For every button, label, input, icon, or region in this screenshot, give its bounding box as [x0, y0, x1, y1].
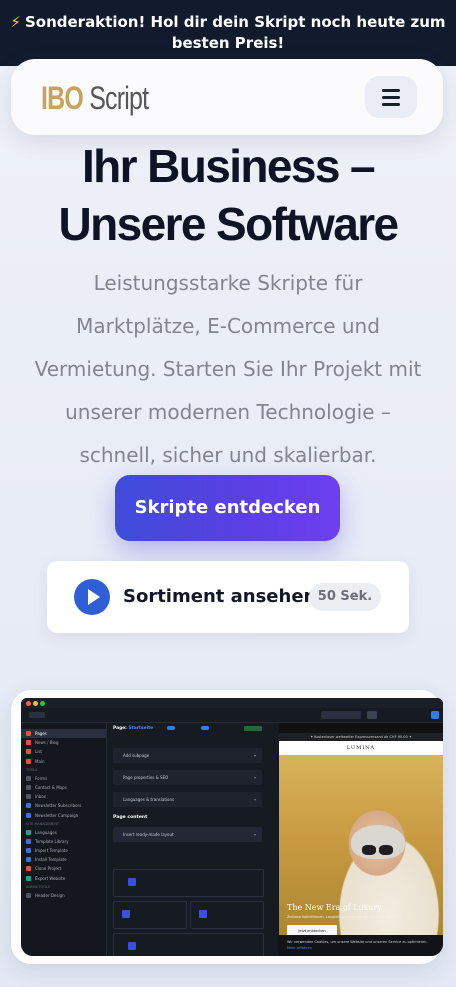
sidebar-item-icon	[26, 838, 31, 844]
sidebar-item-icon	[26, 731, 31, 736]
hero-subtitle: Leistungsstarke Skripte für Marktplätze,…	[34, 271, 422, 467]
app-toolbar	[21, 708, 443, 723]
sidebar-item[interactable]: News / Blog	[21, 738, 106, 747]
languages-accordion[interactable]: Languages & translations	[113, 792, 262, 807]
page-content-heading: Page content	[113, 815, 148, 820]
sidebar-item[interactable]: Export Website	[21, 874, 106, 883]
page-seo-accordion[interactable]: Page properties & SEO	[113, 770, 262, 785]
sidebar-item-icon	[26, 758, 31, 764]
site-logo: LUMINA	[279, 741, 443, 755]
cookie-notice: Wir verwenden Cookies, um unsere Website…	[279, 935, 443, 956]
sidebar-section-header: TOOLS	[26, 767, 38, 772]
sidebar-section-header: SITE MANAGEMENT	[26, 821, 59, 826]
app-preview-card: Pages News / Blog List Main TOOLS Forms Contac…	[11, 690, 443, 964]
sidebar-item[interactable]: Pages	[21, 729, 106, 739]
sidebar-item[interactable]: Newsletter Campaign	[21, 811, 106, 820]
page-editor-panel: Page: Startseite Add subpage Page proper…	[107, 723, 278, 956]
hero-title-line-2: Unsere Software	[58, 198, 399, 250]
sidebar-item-icon	[26, 892, 31, 898]
site-heading: The New Era of Luxury.	[287, 903, 384, 912]
sidebar-item-icon	[26, 857, 31, 863]
sidebar-item-icon	[26, 740, 31, 746]
content-block-row[interactable]	[190, 901, 264, 929]
hero-title-line-1: Ihr Business –	[81, 140, 376, 192]
sidebar-item-icon	[26, 775, 31, 781]
app-preview-screenshot: Pages News / Blog List Main TOOLS Forms Contac…	[21, 698, 443, 956]
sidebar-item[interactable]: Inbox	[21, 792, 106, 801]
play-icon	[74, 579, 110, 615]
duration-badge: 50 Sek.	[309, 583, 381, 611]
add-subpage-accordion[interactable]: Add subpage	[113, 748, 262, 763]
sidebar-item[interactable]: Import Template	[21, 846, 106, 855]
content-block-row[interactable]	[113, 933, 264, 956]
hamburger-menu-button[interactable]	[365, 76, 417, 118]
content-block-row[interactable]	[113, 869, 264, 897]
sidebar-item-icon	[26, 866, 31, 872]
sidebar-item-icon	[26, 794, 31, 800]
video-label: Sortiment ansehen	[123, 586, 317, 607]
sidebar-item[interactable]: List	[21, 747, 106, 756]
sidebar-item-icon	[26, 784, 31, 790]
shipping-banner: ✦ Kostenloser weltweiter Expressversand …	[279, 733, 443, 741]
insert-layout-dropdown[interactable]: Insert ready-made layout	[113, 827, 262, 842]
app-sidebar: Pages News / Blog List Main TOOLS Forms Contac…	[21, 723, 107, 956]
sidebar-item[interactable]: Forms	[21, 774, 106, 783]
browser-titlebar	[21, 698, 443, 708]
sidebar-item-icon	[26, 812, 31, 818]
sidebar-item-icon	[26, 829, 31, 835]
lightning-bolt-icon: ⚡	[10, 13, 21, 31]
hero-title: Ihr Business – Unsere Software	[0, 137, 456, 253]
view-assortment-button[interactable]: Sortiment ansehen 50 Sek.	[47, 561, 409, 633]
sidebar-item-icon	[26, 848, 31, 854]
sidebar-item-icon	[26, 749, 31, 755]
logo-ibo: IBO	[41, 80, 84, 116]
sidebar-item-icon	[26, 875, 31, 881]
header-navbar: IBO Script	[11, 59, 443, 135]
logo-script: Script	[89, 80, 149, 116]
promo-line-2: besten Preis!	[171, 34, 285, 52]
discover-scripts-button[interactable]: Skripte entdecken	[115, 475, 340, 541]
promo-banner: ⚡ Sonderaktion! Hol dir dein Skript noch …	[0, 0, 456, 66]
sidebar-item[interactable]: Header Design	[21, 891, 106, 900]
sidebar-item[interactable]: Languages	[21, 828, 106, 837]
hero-photo: The New Era of Luxury. Zeitlose Kollekti…	[279, 755, 443, 940]
content-block-row[interactable]	[113, 901, 187, 929]
sidebar-item[interactable]: Main	[21, 757, 106, 766]
hamburger-menu-icon	[382, 89, 400, 92]
sidebar-item[interactable]: Template Library	[21, 837, 106, 846]
sidebar-item[interactable]: Clone Project	[21, 864, 106, 873]
sidebar-item[interactable]: Newsletter Subscribers	[21, 801, 106, 810]
sidebar-item-icon	[26, 803, 31, 809]
sidebar-section-header: ADMIN TOOLS	[26, 884, 50, 889]
logo[interactable]: IBO Script	[41, 76, 149, 120]
site-text: Zeitlose Kollektionen. Langlebig. Entdec…	[287, 915, 400, 919]
promo-line-1: ⚡ Sonderaktion! Hol dir dein Skript noch …	[10, 13, 446, 31]
live-website-preview: ✦ Kostenloser weltweiter Expressversand …	[279, 723, 443, 956]
sidebar-item[interactable]: Install Template	[21, 855, 106, 864]
sidebar-item[interactable]: Contact & Maps	[21, 783, 106, 792]
